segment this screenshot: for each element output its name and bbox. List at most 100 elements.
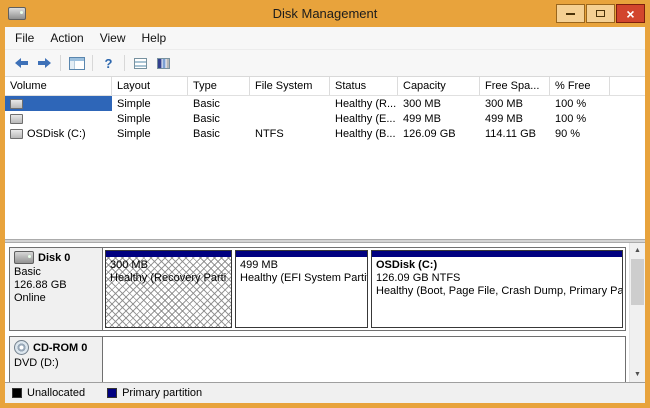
- partition-size: 126.09 GB NTFS: [376, 272, 618, 285]
- cdrom0-row: CD-ROM 0 DVD (D:): [9, 336, 626, 382]
- menu-action[interactable]: Action: [42, 28, 91, 48]
- close-button[interactable]: ×: [616, 4, 645, 23]
- partition-recovery[interactable]: 300 MB Healthy (Recovery Parti: [105, 250, 232, 328]
- cdrom0-type: DVD (D:): [14, 357, 98, 370]
- column-header-layout[interactable]: Layout: [112, 77, 188, 95]
- layout-cell: Simple: [112, 111, 188, 126]
- graphical-view-icon: [157, 58, 170, 69]
- app-body: File Action View Help ? Volume La: [5, 27, 645, 403]
- graphical-view-button[interactable]: [152, 52, 175, 74]
- capacity-cell: 300 MB: [398, 96, 480, 111]
- console-tree-icon: [69, 57, 85, 70]
- window-title: Disk Management: [5, 6, 645, 21]
- capacity-cell: 126.09 GB: [398, 126, 480, 141]
- volume-cell: OSDisk (C:): [5, 126, 112, 141]
- scroll-up-button[interactable]: ▲: [630, 243, 645, 258]
- scroll-thumb[interactable]: [631, 259, 644, 305]
- cdrom0-header[interactable]: CD-ROM 0 DVD (D:): [10, 337, 103, 382]
- volume-row-efi[interactable]: Simple Basic Healthy (E... 499 MB 499 MB…: [5, 111, 645, 126]
- forward-icon: [37, 57, 52, 69]
- freespace-cell: 499 MB: [480, 111, 550, 126]
- disk-list-button[interactable]: [129, 52, 152, 74]
- primary-partition-swatch: [107, 388, 117, 398]
- column-header-status[interactable]: Status: [330, 77, 398, 95]
- legend-label: Unallocated: [27, 387, 85, 399]
- volume-list-pane: Volume Layout Type File System Status Ca…: [5, 77, 645, 239]
- column-header-filesystem[interactable]: File System: [250, 77, 330, 95]
- partition-status: Healthy (Boot, Page File, Crash Dump, Pr…: [376, 285, 618, 298]
- layout-cell: Simple: [112, 96, 188, 111]
- menu-view[interactable]: View: [92, 28, 134, 48]
- volume-cell: [5, 111, 112, 126]
- minimize-icon: [566, 13, 575, 15]
- disk0-capacity: 126.88 GB: [14, 279, 98, 292]
- filesystem-cell: NTFS: [250, 126, 330, 141]
- partition-osdisk[interactable]: OSDisk (C:) 126.09 GB NTFS Healthy (Boot…: [371, 250, 623, 328]
- volume-icon: [10, 129, 23, 139]
- status-cell: Healthy (R...: [330, 96, 398, 111]
- disk-icon: [14, 251, 34, 264]
- graphical-view-content: Disk 0 Basic 126.88 GB Online 300 MB Hea…: [5, 243, 629, 382]
- help-button[interactable]: ?: [97, 52, 120, 74]
- menu-bar: File Action View Help: [5, 27, 645, 50]
- menu-file[interactable]: File: [7, 28, 42, 48]
- disk0-header[interactable]: Disk 0 Basic 126.88 GB Online: [10, 248, 103, 330]
- back-icon: [14, 57, 29, 69]
- volume-row-recovery[interactable]: Simple Basic Healthy (R... 300 MB 300 MB…: [5, 96, 645, 111]
- type-cell: Basic: [188, 96, 250, 111]
- graphical-view-pane: Disk 0 Basic 126.88 GB Online 300 MB Hea…: [5, 243, 645, 382]
- forward-button[interactable]: [33, 52, 56, 74]
- percentfree-cell: 100 %: [550, 111, 610, 126]
- toolbar-separator: [92, 55, 93, 71]
- back-button[interactable]: [10, 52, 33, 74]
- menu-help[interactable]: Help: [134, 28, 175, 48]
- column-header-type[interactable]: Type: [188, 77, 250, 95]
- help-icon: ?: [105, 56, 113, 71]
- maximize-button[interactable]: [586, 4, 615, 23]
- vertical-scrollbar[interactable]: ▲ ▼: [629, 243, 645, 382]
- toolbar-separator: [60, 55, 61, 71]
- disk0-type: Basic: [14, 266, 98, 279]
- unallocated-swatch: [12, 388, 22, 398]
- cdrom0-media-area[interactable]: [103, 337, 625, 382]
- partition-name: OSDisk (C:): [376, 259, 618, 272]
- column-header-volume[interactable]: Volume: [5, 77, 112, 95]
- volume-icon: [10, 114, 23, 124]
- minimize-button[interactable]: [556, 4, 585, 23]
- partition-efi[interactable]: 499 MB Healthy (EFI System Partit: [235, 250, 368, 328]
- layout-cell: Simple: [112, 126, 188, 141]
- column-header-capacity[interactable]: Capacity: [398, 77, 480, 95]
- disk-list-icon: [134, 58, 147, 69]
- column-header-freespace[interactable]: Free Spa...: [480, 77, 550, 95]
- partition-status: Healthy (Recovery Parti: [110, 272, 227, 285]
- freespace-cell: 114.11 GB: [480, 126, 550, 141]
- console-tree-button[interactable]: [65, 52, 88, 74]
- cd-icon: [14, 340, 29, 355]
- disk0-row: Disk 0 Basic 126.88 GB Online 300 MB Hea…: [9, 247, 626, 331]
- legend-label: Primary partition: [122, 387, 202, 399]
- app-icon[interactable]: [8, 7, 26, 20]
- percentfree-cell: 100 %: [550, 96, 610, 111]
- column-header-percentfree[interactable]: % Free: [550, 77, 610, 95]
- volume-icon: [10, 99, 23, 109]
- disk0-status: Online: [14, 292, 98, 305]
- title-bar[interactable]: Disk Management ×: [5, 0, 645, 27]
- volume-name: OSDisk (C:): [27, 128, 86, 140]
- toolbar-separator: [124, 55, 125, 71]
- scroll-down-button[interactable]: ▼: [630, 367, 645, 382]
- filesystem-cell: [250, 96, 330, 111]
- status-cell: Healthy (B...: [330, 126, 398, 141]
- partition-size: 300 MB: [110, 259, 227, 272]
- type-cell: Basic: [188, 111, 250, 126]
- volume-row-osdisk[interactable]: OSDisk (C:) Simple Basic NTFS Healthy (B…: [5, 126, 645, 141]
- disk0-partition-area: 300 MB Healthy (Recovery Parti 499 MB He…: [103, 248, 625, 330]
- disk-management-window: Disk Management × File Action View Help: [0, 0, 650, 408]
- volume-cell: [5, 96, 112, 111]
- legend-item-unallocated: Unallocated: [12, 387, 85, 399]
- cdrom0-name: CD-ROM 0: [33, 342, 87, 354]
- legend-bar: Unallocated Primary partition: [5, 382, 645, 403]
- status-cell: Healthy (E...: [330, 111, 398, 126]
- toolbar: ?: [5, 50, 645, 77]
- percentfree-cell: 90 %: [550, 126, 610, 141]
- volume-table-header: Volume Layout Type File System Status Ca…: [5, 77, 645, 96]
